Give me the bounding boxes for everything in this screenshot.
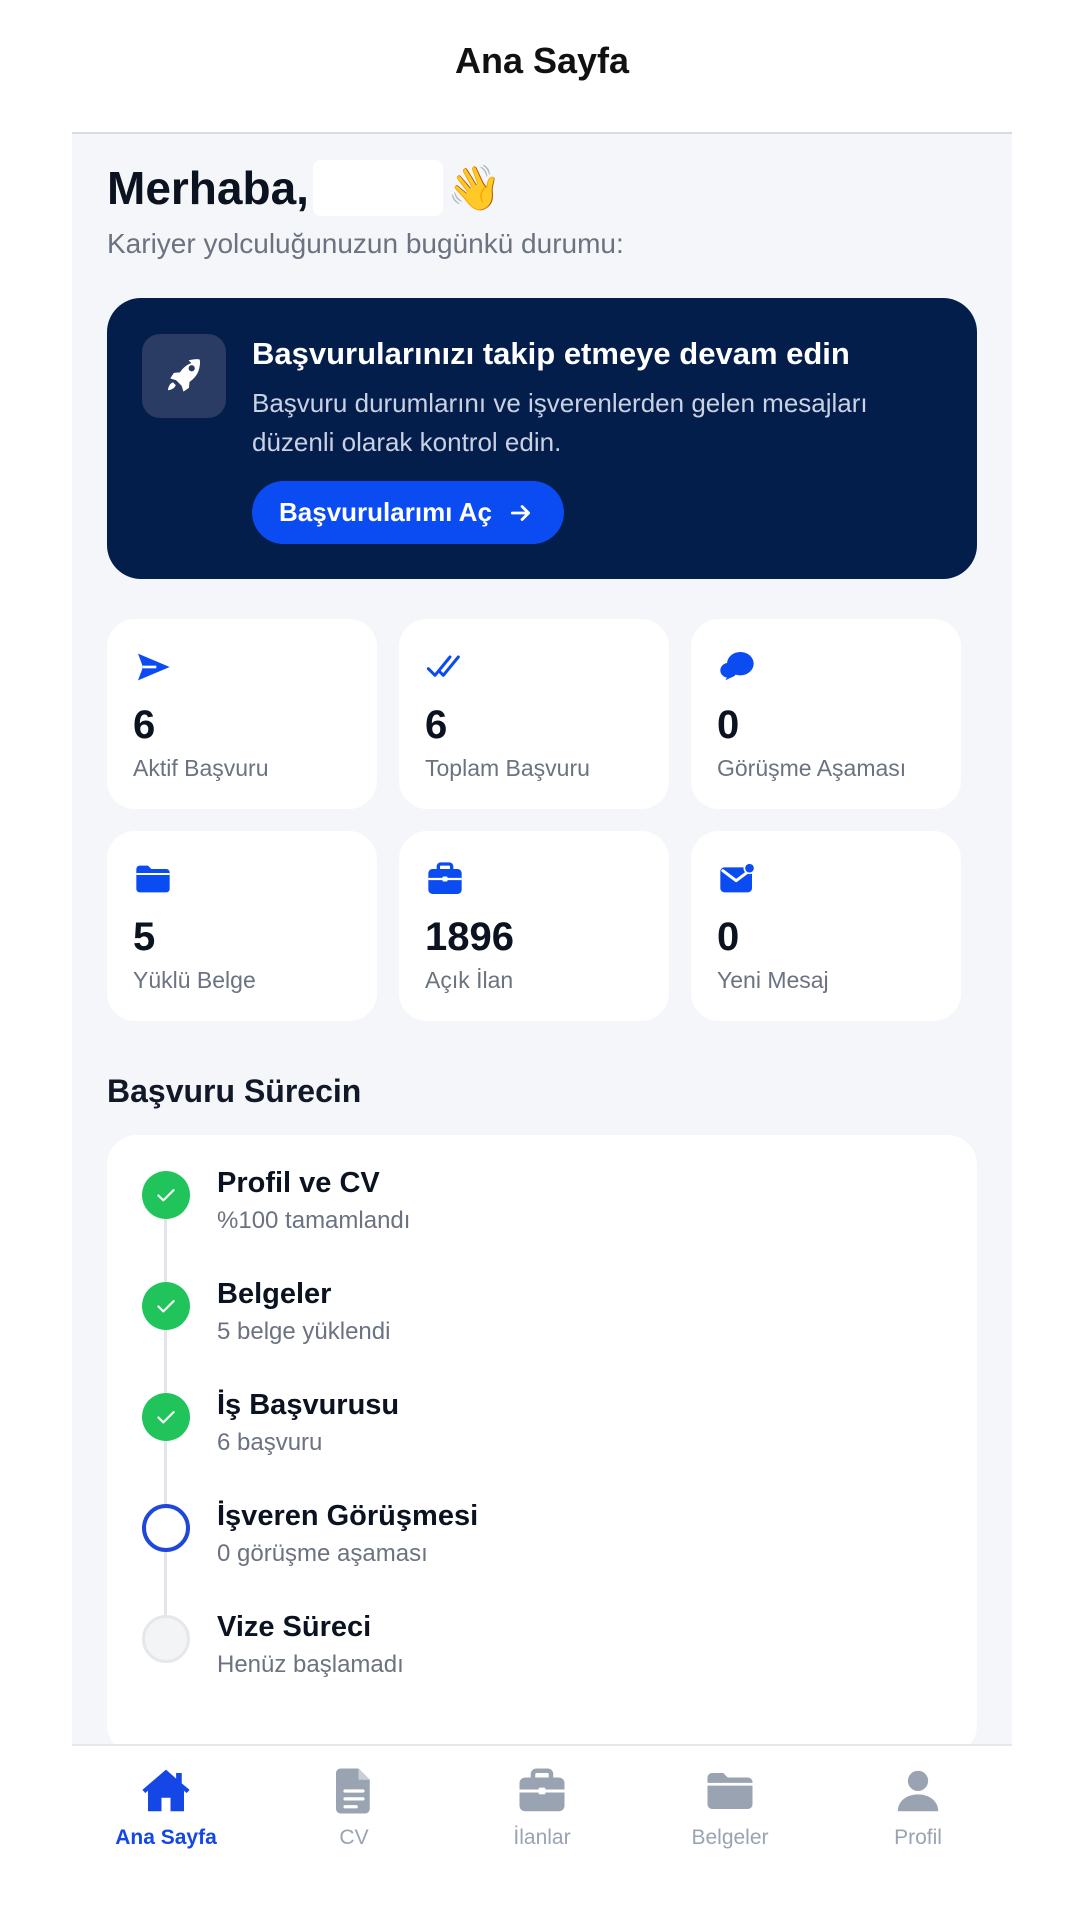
redacted-user-name xyxy=(312,160,443,216)
check-circle-icon xyxy=(142,1393,190,1441)
tab-listings[interactable]: İlanlar xyxy=(448,1764,636,1850)
double-check-icon xyxy=(426,655,460,677)
rocket-icon xyxy=(142,334,226,418)
home-icon xyxy=(142,1769,190,1812)
wave-emoji: 👋 xyxy=(446,164,502,213)
stat-card-open-listings[interactable]: 1896 Açık İlan xyxy=(399,831,669,1021)
tab-documents[interactable]: Belgeler xyxy=(636,1764,824,1850)
process-section-title: Başvuru Sürecin xyxy=(107,1073,362,1109)
banner-title: Başvurularınızı takip etmeye devam edin xyxy=(252,336,850,371)
top-header: Ana Sayfa xyxy=(72,0,1012,134)
app-container: Ana Sayfa Merhaba, 👋 Kariyer yolculuğunu… xyxy=(72,0,1012,1920)
stat-card-uploaded-documents[interactable]: 5 Yüklü Belge xyxy=(107,831,377,1021)
stat-card-new-messages[interactable]: 0 Yeni Mesaj xyxy=(691,831,961,1021)
tab-label: Profil xyxy=(894,1826,942,1849)
send-icon xyxy=(138,653,170,681)
stat-card-total-applications[interactable]: 6 Toplam Başvuru xyxy=(399,619,669,809)
step-subtitle: 5 belge yüklendi xyxy=(217,1318,391,1345)
stat-card-interview-stage[interactable]: 0 Görüşme Aşaması xyxy=(691,619,961,809)
bottom-tab-bar: Ana Sayfa CV İlanlar Belgeler Profil xyxy=(72,1744,1012,1920)
mail-badge-icon xyxy=(720,862,756,893)
pending-step-circle-icon xyxy=(142,1615,190,1663)
step-subtitle: 6 başvuru xyxy=(217,1429,323,1456)
step-title: İş Başvurusu xyxy=(217,1389,400,1421)
tab-cv[interactable]: CV xyxy=(260,1764,448,1850)
stat-label: Yeni Mesaj xyxy=(717,967,829,993)
stats-grid: 6 Aktif Başvuru 6 Toplam Başvuru 0 Görüş… xyxy=(107,619,967,1021)
check-circle-icon xyxy=(142,1282,190,1330)
stat-label: Yüklü Belge xyxy=(133,967,256,993)
page-title: Ana Sayfa xyxy=(454,40,630,81)
step-subtitle: Henüz başlamadı xyxy=(217,1651,404,1678)
greeting-subtitle: Kariyer yolculuğunuzun bugünkü durumu: xyxy=(107,228,624,259)
step-title: Vize Süreci xyxy=(217,1611,372,1643)
arrow-right-icon xyxy=(510,504,530,521)
stat-value: 1896 xyxy=(425,915,514,959)
stat-value: 6 xyxy=(133,703,156,747)
process-card: Profil ve CV %100 tamamlandı Belgeler 5 … xyxy=(107,1135,977,1755)
step-title: İşveren Görüşmesi xyxy=(217,1500,479,1532)
tab-label: Belgeler xyxy=(691,1826,769,1849)
greeting-text: Merhaba, xyxy=(107,162,309,214)
stat-label: Görüşme Aşaması xyxy=(717,755,907,781)
step-title: Profil ve CV xyxy=(217,1167,380,1199)
stat-value: 5 xyxy=(133,915,156,959)
step-subtitle: 0 görüşme aşaması xyxy=(217,1540,428,1567)
stat-card-active-applications[interactable]: 6 Aktif Başvuru xyxy=(107,619,377,809)
briefcase-icon xyxy=(519,1768,565,1812)
stat-value: 0 xyxy=(717,703,740,747)
tab-label: İlanlar xyxy=(513,1826,571,1849)
user-icon xyxy=(897,1770,939,1812)
stat-label: Aktif Başvuru xyxy=(133,755,269,781)
stat-value: 0 xyxy=(717,915,740,959)
briefcase-icon xyxy=(428,862,462,894)
tab-label: CV xyxy=(339,1826,369,1849)
check-circle-icon xyxy=(142,1171,190,1219)
open-applications-label: Başvurularımı Aç xyxy=(279,497,492,527)
step-title: Belgeler xyxy=(217,1278,332,1310)
greeting: Merhaba, 👋 xyxy=(107,160,502,216)
folder-icon xyxy=(136,865,170,893)
step-subtitle: %100 tamamlandı xyxy=(217,1207,411,1234)
tab-label: Ana Sayfa xyxy=(115,1826,217,1849)
document-icon xyxy=(336,1768,370,1814)
screen: Ana Sayfa Merhaba, 👋 Kariyer yolculuğunu… xyxy=(0,0,1080,1920)
banner-description: Başvuru durumlarını ve işverenlerden gel… xyxy=(252,388,868,457)
applications-banner: Başvurularınızı takip etmeye devam edin … xyxy=(107,298,977,579)
stat-label: Toplam Başvuru xyxy=(425,755,590,781)
stat-value: 6 xyxy=(425,703,448,747)
folder-icon xyxy=(707,1773,753,1809)
open-applications-button[interactable]: Başvurularımı Aç xyxy=(252,481,564,544)
tab-profile[interactable]: Profil xyxy=(824,1764,1012,1850)
chat-bubbles-icon xyxy=(720,652,754,681)
stat-label: Açık İlan xyxy=(425,967,514,993)
current-step-circle-icon xyxy=(142,1504,190,1552)
tab-home[interactable]: Ana Sayfa xyxy=(72,1764,260,1850)
